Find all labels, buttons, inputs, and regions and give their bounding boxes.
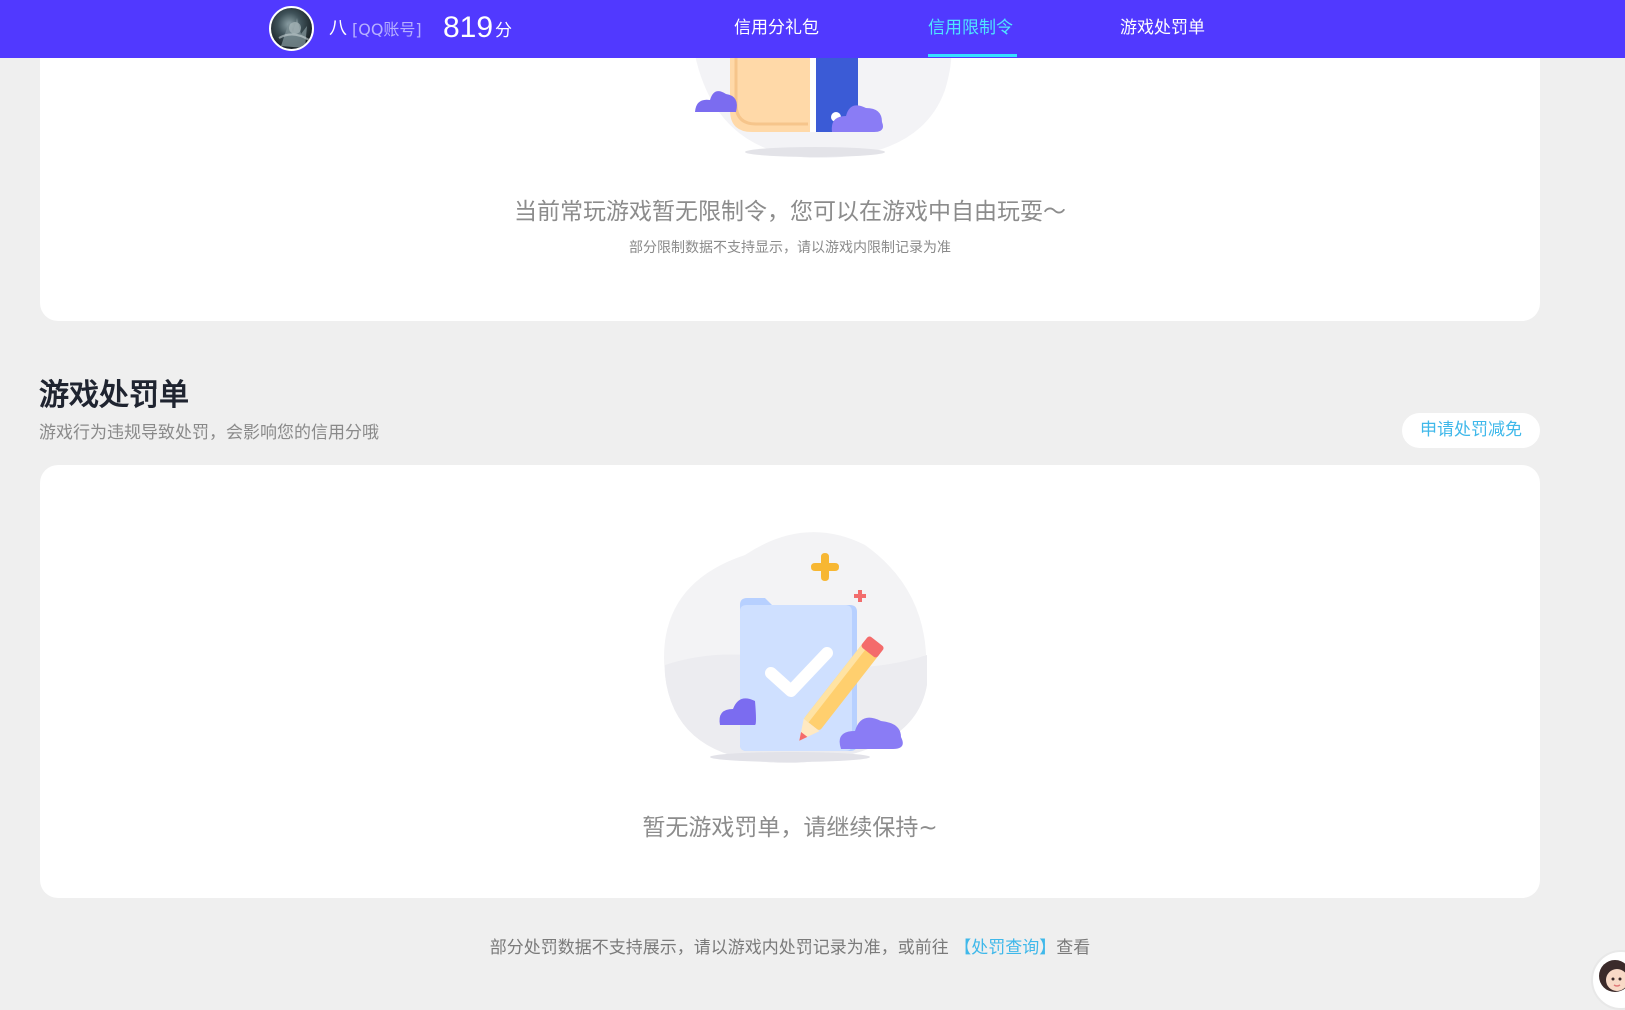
tab-game-penalty[interactable]: 游戏处罚单 [1120,15,1205,41]
penalty-card: 暂无游戏罚单，请继续保持~ [40,465,1540,898]
penalty-section-title: 游戏处罚单 [39,378,189,413]
penalty-query-link[interactable]: 【处罚查询】 [954,938,1056,958]
credit-score-value: 819 [443,11,494,44]
tab-credit-restriction[interactable]: 信用限制令 [928,15,1013,41]
penalty-section-description: 游戏行为违规导致处罚，会影响您的信用分哦 [39,423,379,443]
restriction-empty-title: 当前常玩游戏暂无限制令，您可以在游戏中自由玩耍～ [514,199,1066,225]
account-type-label: [QQ账号] [352,20,422,39]
avatar-image-icon [278,18,310,48]
user-avatar[interactable] [269,6,314,51]
penalty-footer-note: 部分处罚数据不支持展示，请以游戏内处罚记录为准，或前往 【处罚查询】查看 [0,936,1580,960]
top-nav-bar: 八 [QQ账号] 819 分 信用分礼包 信用限制令 游戏处罚单 [0,0,1625,58]
folder-check-illustration-icon [664,532,927,764]
support-avatar-image-icon [1599,960,1625,992]
footer-note-prefix: 部分处罚数据不支持展示，请以游戏内处罚记录为准，或前往 [489,938,949,958]
penalty-empty-title: 暂无游戏罚单，请继续保持~ [642,815,938,841]
support-avatar-icon[interactable] [1591,950,1625,1010]
footer-note-suffix: 查看 [1056,938,1091,958]
apply-penalty-relief-button[interactable]: 申请处罚减免 [1402,413,1540,448]
user-name: 八 [329,18,347,39]
tab-credit-gift[interactable]: 信用分礼包 [734,15,819,41]
restriction-empty-note: 部分限制数据不支持显示，请以游戏内限制记录为准 [629,240,951,256]
active-tab-indicator [928,54,1017,57]
credit-score-unit: 分 [495,21,512,41]
